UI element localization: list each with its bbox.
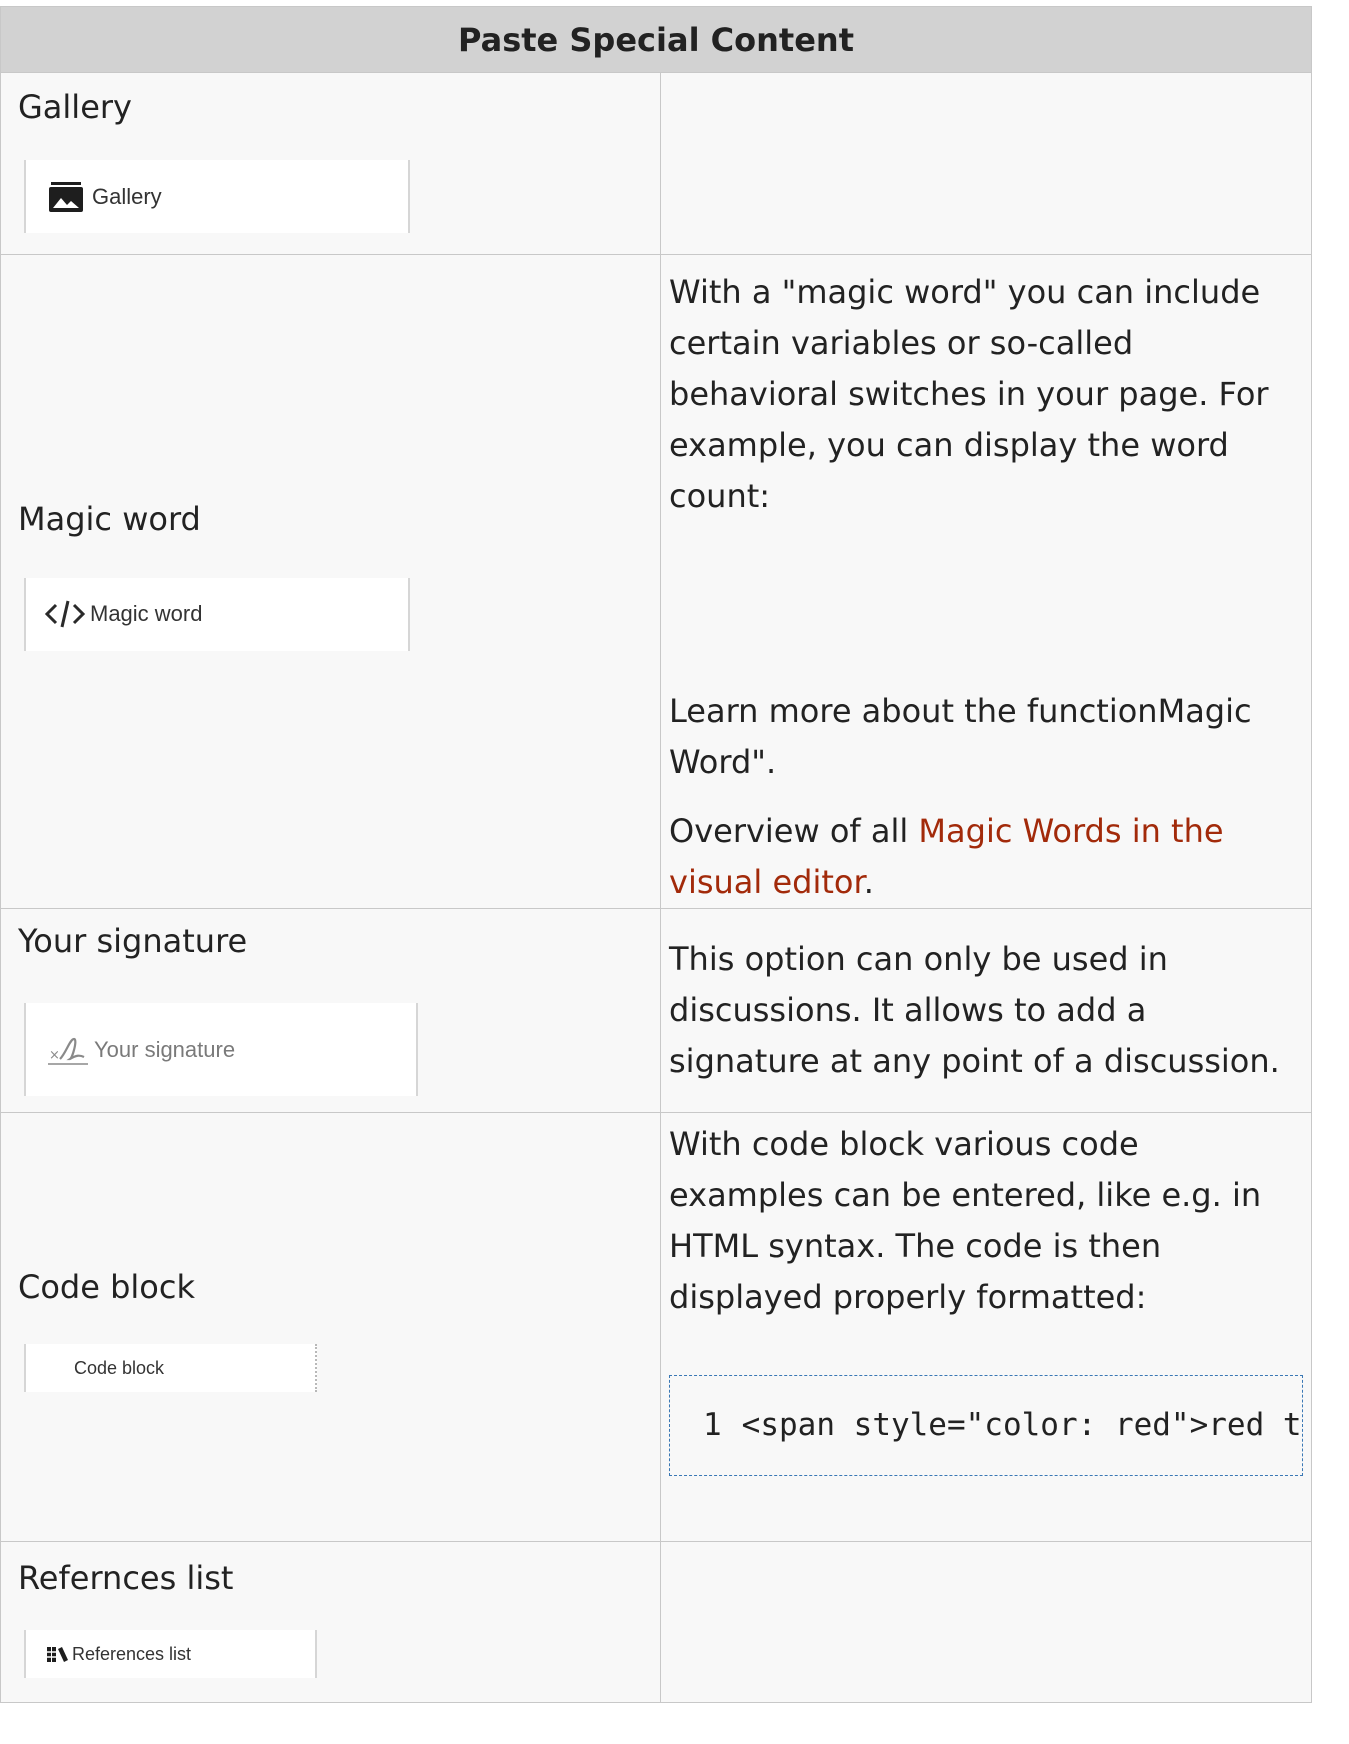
code-block-button-label: Code block	[74, 1357, 165, 1378]
table-header: Paste Special Content	[0, 6, 1312, 73]
references-button-label: References list	[72, 1643, 192, 1664]
magic-word-cell: Magic word Magic word	[0, 254, 661, 909]
overview-suffix: .	[863, 863, 874, 901]
gallery-description-cell	[660, 72, 1312, 255]
code-block-button-screenshot: Code block	[24, 1344, 317, 1392]
references-cell: Refernces list References list	[0, 1541, 661, 1703]
magic-word-description: With a "magic word" you can include cert…	[669, 273, 1269, 515]
signature-description-cell: This option can only be used in discussi…	[660, 908, 1312, 1113]
table-row-references-list: Refernces list References list	[0, 1541, 1312, 1703]
paste-special-table: Paste Special Content Gallery Gallery Ma…	[0, 6, 1312, 1703]
code-block-description: With code block various code examples ca…	[669, 1125, 1262, 1316]
gallery-button-screenshot: Gallery	[24, 160, 410, 233]
table-row-magic-word: Magic word Magic word With a "magic word…	[0, 254, 1312, 909]
row-label: Gallery	[18, 88, 132, 126]
table-row-gallery: Gallery Gallery	[0, 72, 1312, 255]
magic-word-learn-more: Learn more about the functionMagic Word"…	[669, 692, 1252, 781]
signature-cell: Your signature × Your signature	[0, 908, 661, 1113]
gallery-button-label: Gallery	[92, 183, 162, 209]
references-description-cell	[660, 1541, 1312, 1703]
signature-button-screenshot: × Your signature	[24, 1003, 418, 1096]
code-line-text: <span style="color: red">red text</span>	[741, 1407, 1302, 1443]
code-sample-box: 1 <span style="color: red">red text</spa…	[669, 1375, 1303, 1476]
row-label: Refernces list	[18, 1559, 234, 1597]
code-brackets-icon	[44, 597, 86, 631]
code-block-description-cell: With code block various code examples ca…	[660, 1112, 1312, 1542]
gallery-cell: Gallery Gallery	[0, 72, 661, 255]
references-button-screenshot: References list	[24, 1630, 317, 1678]
signature-button-label: Your signature	[94, 1036, 236, 1062]
code-line-number: 1	[703, 1407, 722, 1443]
magic-word-button-label: Magic word	[90, 601, 203, 626]
row-label: Magic word	[18, 499, 201, 538]
signature-description: This option can only be used in discussi…	[669, 940, 1280, 1080]
magic-word-button-screenshot: Magic word	[24, 577, 410, 651]
magic-word-description-cell: With a "magic word" you can include cert…	[660, 254, 1312, 909]
code-block-cell: Code block Code block	[0, 1112, 661, 1542]
row-label: Your signature	[18, 922, 248, 960]
table-row-code-block: Code block Code block With code block va…	[0, 1112, 1312, 1542]
overview-prefix: Overview of all	[669, 812, 919, 850]
magic-word-overview: Overview of all Magic Words in the visua…	[669, 806, 1301, 908]
row-label: Code block	[18, 1268, 195, 1306]
table-row-signature: Your signature × Your signature This opt…	[0, 908, 1312, 1113]
image-gallery-icon	[48, 181, 84, 213]
svg-text:×: ×	[49, 1048, 60, 1063]
books-icon	[46, 1644, 70, 1664]
signature-icon: ×	[48, 1033, 90, 1067]
